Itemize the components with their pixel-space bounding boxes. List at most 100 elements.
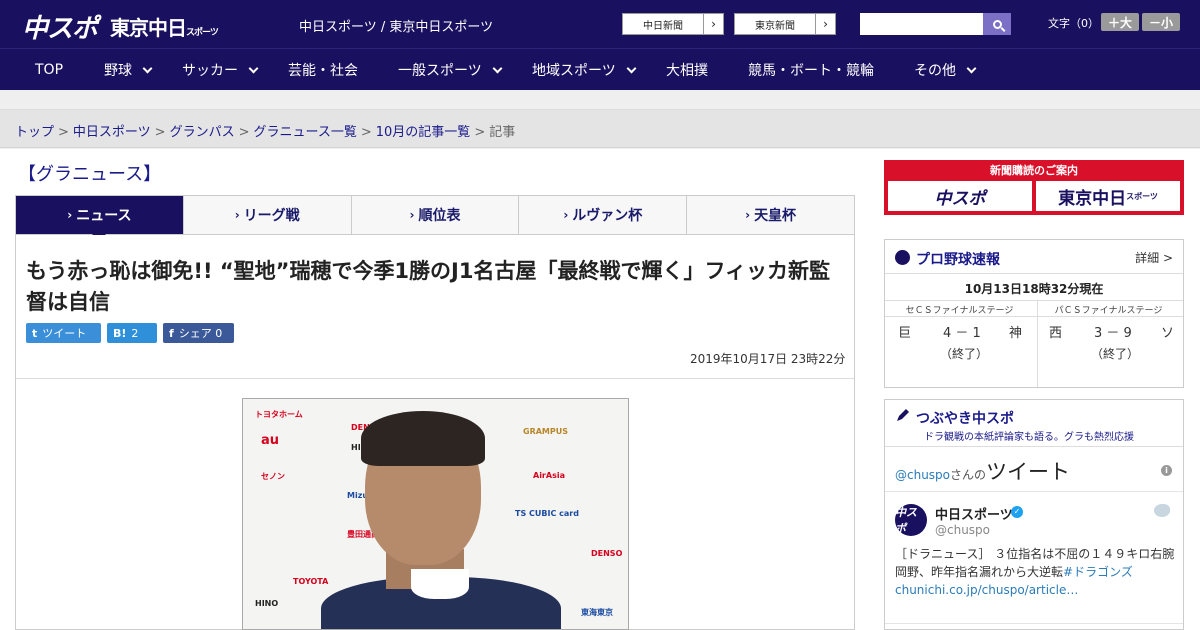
chevron-down-icon xyxy=(248,63,259,73)
tokyo-logo-text: 東京中日 xyxy=(110,16,187,40)
chuspo-logo[interactable]: 中スポ xyxy=(22,8,98,45)
sponsor-label: セノン xyxy=(261,472,285,481)
category-tabs: › ニュース › リーグ戦 › 順位表 › ルヴァン杯 › 天皇杯 xyxy=(15,195,855,241)
search-button[interactable] xyxy=(983,13,1011,35)
ext-link-label: 中日新聞 xyxy=(643,20,683,32)
twitter-box-title: つぶやき中スポ xyxy=(916,411,1014,427)
article-date: 2019年10月17日 23時22分 xyxy=(690,352,846,366)
game-score[interactable]: 3 － 9 xyxy=(1094,322,1132,341)
twitter-bird-icon[interactable] xyxy=(1154,504,1170,517)
tab-news[interactable]: › ニュース xyxy=(16,196,184,241)
subscription-banner[interactable]: 新聞購読のご案内 中スポ 東京中日 スポーツ xyxy=(884,160,1184,215)
game-status: （終了） xyxy=(1091,347,1140,361)
fb-share-label: シェア xyxy=(178,327,212,340)
breadcrumb-link-grampus[interactable]: グランパス xyxy=(170,125,235,140)
baseball-scores-box: プロ野球速報 詳細 > 10月13日18時32分現在 セＣＳファイナルステージ … xyxy=(884,239,1184,388)
article-photo[interactable]: トヨタホーム DENSO HINO GRAMPUS au AirAsia セノン… xyxy=(242,398,629,630)
tokyo-shimbun-link[interactable]: 東京新聞 › xyxy=(734,13,836,35)
search-input[interactable] xyxy=(860,13,983,35)
facebook-icon: f xyxy=(169,326,174,340)
game-status: （終了） xyxy=(940,347,989,361)
subscribe-tokyo-small: スポーツ xyxy=(1126,191,1158,201)
avatar[interactable]: 中スポ xyxy=(895,504,927,536)
baseball-icon xyxy=(895,250,910,265)
tab-league[interactable]: › リーグ戦 xyxy=(184,196,352,234)
hatena-count: 2 xyxy=(131,326,139,340)
chevron-right-icon: › xyxy=(409,208,415,222)
nav-label: 競馬・ボート・競輪 xyxy=(748,63,874,79)
chevron-right-icon: › xyxy=(745,208,751,222)
tokyo-chunichi-logo[interactable]: 東京中日スポーツ xyxy=(110,12,219,41)
chevron-right-icon: › xyxy=(815,14,835,34)
tab-standings[interactable]: › 順位表 xyxy=(352,196,520,234)
hatena-icon: B! xyxy=(113,326,127,340)
sponsor-label: GRAMPUS xyxy=(523,427,568,436)
nav-item-local-sports[interactable]: 地域スポーツ xyxy=(532,49,637,91)
breadcrumb-separator: > xyxy=(58,125,69,140)
nav-label: 一般スポーツ xyxy=(398,63,482,79)
breadcrumb-link-gura-news-list[interactable]: グラニュース一覧 xyxy=(254,125,357,140)
nav-label: 地域スポーツ xyxy=(532,63,616,79)
game-stage-label: パＣＳファイナルステージ xyxy=(1034,301,1183,317)
tweet-user-handle[interactable]: @chuspo xyxy=(935,523,990,537)
subscribe-tokyo-button[interactable]: 東京中日 スポーツ xyxy=(1036,181,1180,211)
divider xyxy=(1037,301,1038,387)
spacer-band xyxy=(0,90,1200,110)
nav-item-soccer[interactable]: サッカー xyxy=(182,49,259,91)
section-title: 【グラニュース】 xyxy=(18,164,162,185)
sponsor-label: AirAsia xyxy=(533,471,565,480)
font-size-label: 文字（0） xyxy=(1048,17,1099,30)
tweet-text: ［ドラニュース］ ３位指名は不屈の１４９キロ右腕 岡野、昨年指名漏れから大逆転#… xyxy=(895,545,1186,599)
tweet-button[interactable]: t ツイート xyxy=(26,323,101,343)
breadcrumb-link-chunichi-sports[interactable]: 中日スポーツ xyxy=(73,125,151,140)
chunichi-shimbun-link[interactable]: 中日新聞 › xyxy=(622,13,724,35)
info-icon[interactable]: i xyxy=(1161,465,1172,476)
nav-item-entertainment[interactable]: 芸能・社会 xyxy=(288,49,358,91)
twitter-widget-box: つぶやき中スポ ドラ観戦の本紙評論家も語る。グラも熱烈応援 @chuspoさんの… xyxy=(884,399,1186,630)
game-away-team: 神 xyxy=(1009,326,1023,341)
tweet-user-name[interactable]: 中日スポーツ xyxy=(935,504,1013,523)
tweet-url-link[interactable]: chunichi.co.jp/chuspo/article… xyxy=(895,583,1078,597)
nav-label: 芸能・社会 xyxy=(288,63,358,79)
tab-levain-cup[interactable]: › ルヴァン杯 xyxy=(519,196,688,234)
game-stage-label: セＣＳファイナルステージ xyxy=(885,301,1034,317)
tweet-label: ツイート xyxy=(42,327,87,340)
facebook-share-button[interactable]: f シェア 0 xyxy=(163,323,234,343)
article-headline: もう赤っ恥は御免!! “聖地”瑞穂で今季1勝のJ1名古屋「最終戦で輝く」フィッカ… xyxy=(26,259,831,314)
twitter-icon: t xyxy=(32,326,38,340)
divider xyxy=(885,446,1183,447)
search-icon xyxy=(992,19,1002,29)
nav-item-sumo[interactable]: 大相撲 xyxy=(666,49,708,91)
breadcrumb-link-october-list[interactable]: 10月の記事一覧 xyxy=(376,125,471,140)
font-larger-button[interactable]: ＋大 xyxy=(1101,13,1139,31)
tab-emperors-cup[interactable]: › 天皇杯 xyxy=(687,196,854,234)
nav-item-general-sports[interactable]: 一般スポーツ xyxy=(398,49,503,91)
sponsor-label: TOYOTA xyxy=(293,577,329,586)
sponsor-label: トヨタホーム xyxy=(255,410,303,419)
chevron-right-icon: › xyxy=(703,14,723,34)
font-smaller-button[interactable]: －小 xyxy=(1142,13,1180,31)
nav-item-baseball[interactable]: 野球 xyxy=(104,49,153,91)
nav-item-keiba[interactable]: 競馬・ボート・競輪 xyxy=(748,49,874,91)
nav-item-top[interactable]: TOP xyxy=(35,49,63,91)
timeline-handle-link[interactable]: @chuspo xyxy=(895,468,950,482)
breadcrumb-link-top[interactable]: トップ xyxy=(15,125,54,140)
tab-label: ニュース xyxy=(76,208,132,224)
divider xyxy=(885,623,1183,624)
tweet-hashtag-link[interactable]: #ドラゴンズ xyxy=(1063,565,1133,579)
game-score[interactable]: 4 － 1 xyxy=(943,322,981,341)
top-header: 中スポ 東京中日スポーツ 中日スポーツ / 東京中日スポーツ 中日新聞 › 東京… xyxy=(0,0,1200,48)
nav-item-other[interactable]: その他 xyxy=(914,49,977,91)
chevron-down-icon xyxy=(142,63,153,73)
chevron-down-icon xyxy=(966,63,977,73)
subscribe-tokyo-label: 東京中日 xyxy=(1058,188,1127,209)
subscribe-chuspo-button[interactable]: 中スポ xyxy=(888,181,1032,211)
ext-link-label: 東京新聞 xyxy=(755,20,795,32)
hatena-bookmark-button[interactable]: B! 2 xyxy=(107,323,157,343)
sponsor-label: au xyxy=(261,433,280,448)
baseball-detail-link[interactable]: 詳細 > xyxy=(1135,249,1173,266)
timeline-tweet-word: ツイート xyxy=(986,460,1071,484)
tokyo-logo-small: スポーツ xyxy=(186,28,219,38)
sponsor-label: HINO xyxy=(255,599,279,608)
twitter-box-subtitle: ドラ観戦の本紙評論家も語る。グラも熱烈応援 xyxy=(924,432,1134,443)
